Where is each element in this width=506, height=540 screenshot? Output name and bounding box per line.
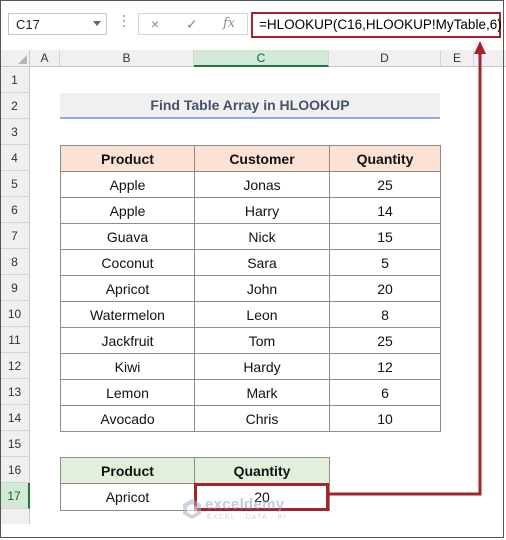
table-cell-quantity[interactable]: 20 [329,275,441,302]
table-cell-product[interactable]: Avocado [60,405,195,432]
watermark-tagline: EXCEL · DATA · BI [207,514,287,521]
table-cell-quantity[interactable]: 14 [329,197,441,224]
table-cell-quantity[interactable]: 25 [329,327,441,354]
name-box[interactable]: C17 [8,13,107,35]
cancel-icon[interactable]: × [151,16,159,32]
row-header[interactable]: 12 [0,353,30,379]
column-header-blank [474,50,506,67]
row-header[interactable]: 11 [0,327,30,353]
row-header[interactable]: 1 [0,67,30,93]
table-cell-customer[interactable]: Chris [194,405,330,432]
table-cell-product[interactable]: Jackfruit [60,327,195,354]
row-header[interactable]: 15 [0,431,30,457]
select-all-icon [18,55,27,64]
row-header[interactable]: 9 [0,275,30,301]
table-header-quantity[interactable]: Quantity [329,145,441,172]
table-cell-customer[interactable]: Harry [194,197,330,224]
row-header-selected[interactable]: 17 [0,483,30,509]
table-cell-product[interactable]: Lemon [60,379,195,406]
fx-icon[interactable]: fx [223,16,235,31]
chevron-down-icon[interactable] [93,21,101,26]
sheet-title[interactable]: Find Table Array in HLOOKUP [60,93,440,119]
row-header[interactable]: 2 [0,93,30,119]
row-header[interactable]: 10 [0,301,30,327]
table-cell-product[interactable]: Watermelon [60,301,195,328]
row-header[interactable]: 16 [0,457,30,483]
row-header-partial [0,509,30,524]
lookup-header-quantity[interactable]: Quantity [194,457,330,484]
column-header-b[interactable]: B [60,50,194,67]
exceldemy-logo-icon [183,499,201,519]
row-header[interactable]: 5 [0,171,30,197]
table-header-customer[interactable]: Customer [194,145,330,172]
column-header-e[interactable]: E [441,50,474,67]
table-cell-quantity[interactable]: 8 [329,301,441,328]
row-header[interactable]: 6 [0,197,30,223]
table-header-product[interactable]: Product [60,145,195,172]
table-cell-quantity[interactable]: 6 [329,379,441,406]
table-cell-customer[interactable]: Hardy [194,353,330,380]
table-cell-customer[interactable]: Tom [194,327,330,354]
enter-icon[interactable]: ✓ [186,16,198,33]
table-cell-customer[interactable]: Jonas [194,171,330,198]
table-cell-quantity[interactable]: 12 [329,353,441,380]
column-header-c[interactable]: C [194,50,329,67]
table-cell-quantity[interactable]: 15 [329,223,441,250]
table-cell-product[interactable]: Coconut [60,249,195,276]
table-cell-quantity[interactable]: 10 [329,405,441,432]
table-cell-customer[interactable]: John [194,275,330,302]
formula-input[interactable]: =HLOOKUP(C16,HLOOKUP!MyTable,6) [251,12,502,38]
select-all-corner[interactable] [0,50,30,67]
column-header-a[interactable]: A [30,50,60,67]
lookup-value-product[interactable]: Apricot [60,483,195,511]
table-cell-product[interactable]: Apple [60,197,195,224]
row-header[interactable]: 13 [0,379,30,405]
table-cell-quantity[interactable]: 25 [329,171,441,198]
lookup-header-product[interactable]: Product [60,457,195,484]
drag-handle-icon[interactable] [123,15,126,33]
table-cell-product[interactable]: Apricot [60,275,195,302]
formula-text: =HLOOKUP(C16,HLOOKUP!MyTable,6) [259,17,502,32]
row-header[interactable]: 14 [0,405,30,431]
table-cell-customer[interactable]: Mark [194,379,330,406]
column-header-d[interactable]: D [329,50,441,67]
row-header[interactable]: 8 [0,249,30,275]
formula-bar-area: C17 × ✓ fx =HLOOKUP(C16,HLOOKUP!MyTable,… [0,0,506,50]
row-header[interactable]: 7 [0,223,30,249]
watermark-name: exceldemy [205,496,285,513]
table-cell-customer[interactable]: Nick [194,223,330,250]
table-cell-customer[interactable]: Leon [194,301,330,328]
row-header[interactable]: 4 [0,145,30,171]
formula-buttons: × ✓ fx [138,13,248,35]
table-cell-customer[interactable]: Sara [194,249,330,276]
watermark: exceldemy EXCEL · DATA · BI [181,496,331,526]
name-box-value: C17 [16,17,40,32]
table-cell-product[interactable]: Guava [60,223,195,250]
row-header[interactable]: 3 [0,119,30,145]
table-cell-quantity[interactable]: 5 [329,249,441,276]
table-cell-product[interactable]: Apple [60,171,195,198]
table-cell-product[interactable]: Kiwi [60,353,195,380]
